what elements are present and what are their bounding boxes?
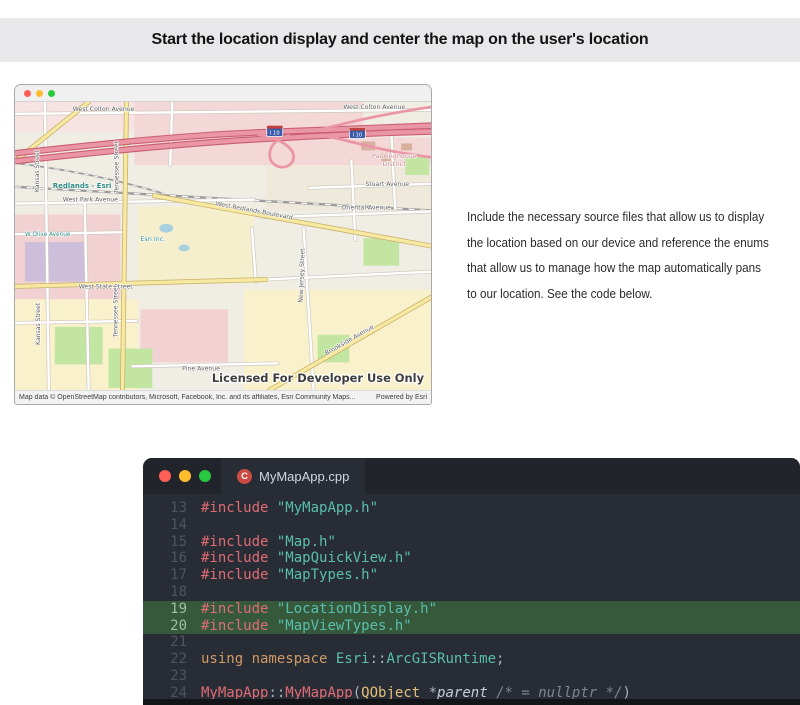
description-line: to our location. See the code below.	[467, 281, 800, 307]
street-label: Kansas Street	[34, 149, 41, 192]
license-watermark: Licensed For Developer Use Only	[212, 371, 425, 385]
line-number: 18	[143, 584, 187, 601]
code-text: #include "MyMapApp.h"	[187, 500, 378, 517]
code-text: #include "Map.h"	[187, 534, 336, 551]
code-text	[187, 634, 201, 651]
description-text: Include the necessary source files that …	[467, 204, 800, 306]
powered-by-esri-link[interactable]: Powered by Esri	[376, 394, 427, 401]
page-title: Start the location display and center th…	[152, 31, 649, 49]
line-number: 19	[143, 601, 187, 618]
code-text: #include "LocationDisplay.h"	[187, 601, 437, 618]
code-editor-window: C MyMapApp.cpp 13#include "MyMapApp.h"14…	[143, 458, 800, 705]
i10-shield-label: I 10	[270, 131, 280, 137]
page-header: Start the location display and center th…	[0, 18, 800, 62]
code-text	[187, 584, 201, 601]
line-number: 15	[143, 534, 187, 551]
tab-label: MyMapApp.cpp	[259, 469, 349, 484]
code-line-15: 15#include "Map.h"	[143, 534, 800, 551]
line-number: 17	[143, 567, 187, 584]
line-number: 14	[143, 517, 187, 534]
street-label: Kansas Street	[35, 302, 42, 345]
zoom-button[interactable]	[48, 90, 55, 97]
street-label: West State Street	[79, 283, 134, 290]
code-line-14: 14	[143, 517, 800, 534]
map-image[interactable]: I 10 I 10 West Colton Avenue West Colton…	[15, 102, 431, 390]
place-label-packinghouse: Packinghouse	[372, 152, 416, 160]
code-line-19: 19#include "LocationDisplay.h"	[143, 601, 800, 618]
minimize-button[interactable]	[179, 470, 191, 482]
street-label: Stuart Avenue	[365, 181, 409, 188]
minimize-button[interactable]	[36, 90, 43, 97]
code-text: #include "MapTypes.h"	[187, 567, 378, 584]
street-label: Tennessee Street	[113, 140, 120, 194]
code-text	[187, 668, 201, 685]
code-text: #include "MapViewTypes.h"	[187, 618, 412, 635]
code-line-13: 13#include "MyMapApp.h"	[143, 500, 800, 517]
window-bottom-edge	[143, 699, 800, 705]
street-label: Oriental Avenue	[341, 205, 391, 212]
place-label-packinghouse: District	[383, 160, 407, 168]
description-line: the location based on our device and ref…	[467, 230, 800, 256]
zoom-button[interactable]	[199, 470, 211, 482]
code-text: using namespace Esri::ArcGISRuntime;	[187, 651, 504, 668]
code-lines: 13#include "MyMapApp.h"1415#include "Map…	[143, 494, 800, 702]
code-line-22: 22using namespace Esri::ArcGISRuntime;	[143, 651, 800, 668]
line-number: 23	[143, 668, 187, 685]
line-number: 22	[143, 651, 187, 668]
code-line-18: 18	[143, 584, 800, 601]
code-line-21: 21	[143, 634, 800, 651]
code-text	[187, 517, 201, 534]
code-text: #include "MapQuickView.h"	[187, 550, 412, 567]
attribution-text: Map data © OpenStreetMap contributors, M…	[19, 394, 356, 401]
line-number: 21	[143, 634, 187, 651]
code-line-16: 16#include "MapQuickView.h"	[143, 550, 800, 567]
description-line: Include the necessary source files that …	[467, 204, 800, 230]
street-label: Tennessee Street	[112, 284, 119, 338]
line-number: 20	[143, 618, 187, 635]
i10-shield-label: I 10	[352, 133, 362, 139]
code-line-23: 23	[143, 668, 800, 685]
map-attribution: Map data © OpenStreetMap contributors, M…	[15, 390, 431, 404]
line-number: 16	[143, 550, 187, 567]
line-number: 13	[143, 500, 187, 517]
street-label: West Park Avenue	[63, 197, 118, 204]
description-line: that allow us to manage how the map auto…	[467, 255, 800, 281]
map-window: I 10 I 10 West Colton Avenue West Colton…	[14, 84, 432, 405]
map-view[interactable]: I 10 I 10 West Colton Avenue West Colton…	[15, 102, 431, 390]
street-label: West Colton Avenue	[73, 106, 135, 113]
cpp-file-icon: C	[237, 469, 252, 484]
code-editor-titlebar: C MyMapApp.cpp	[143, 458, 800, 494]
street-label: West Colton Avenue	[343, 104, 405, 111]
tab-mymapapp-cpp[interactable]: C MyMapApp.cpp	[221, 458, 365, 494]
window-controls	[143, 458, 221, 494]
place-label-redlands-esri: Redlands - Esri	[53, 182, 112, 190]
place-label-olive: W Olive Avenue	[25, 232, 71, 238]
code-line-20: 20#include "MapViewTypes.h"	[143, 618, 800, 635]
close-button[interactable]	[159, 470, 171, 482]
place-label-esri-inc: Esri Inc.	[140, 236, 165, 243]
map-window-titlebar[interactable]	[15, 85, 431, 102]
close-button[interactable]	[24, 90, 31, 97]
code-line-17: 17#include "MapTypes.h"	[143, 567, 800, 584]
